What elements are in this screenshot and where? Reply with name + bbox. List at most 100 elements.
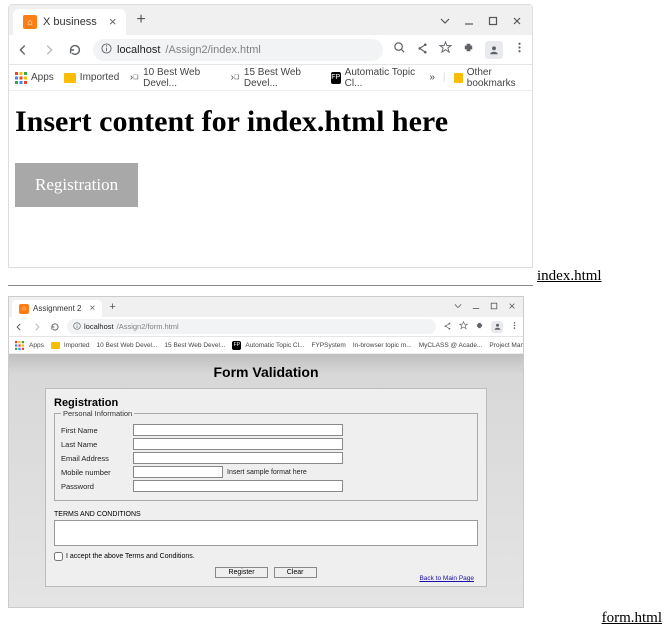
clear-button[interactable]: Clear: [274, 567, 317, 578]
bookmark-label: FYPSystem: [312, 342, 346, 349]
bookmark-item[interactable]: FP Automatic Topic Cl...: [331, 67, 419, 89]
bookmark-label: MyCLASS @ Acade...: [419, 342, 483, 349]
reload-icon[interactable]: [49, 321, 60, 332]
accept-checkbox[interactable]: [54, 552, 63, 561]
url-input[interactable]: localhost/Assign2/form.html: [67, 319, 436, 334]
form-card: Registration Personal Information First …: [45, 388, 487, 587]
bookmark-item[interactable]: In-browser topic m...: [353, 342, 412, 349]
page-heading: Insert content for index.html here: [15, 105, 526, 139]
toolbar-right: [393, 41, 526, 59]
accept-label: I accept the above Terms and Conditions.: [66, 553, 195, 560]
bookmark-item[interactable]: FPAutomatic Topic Cl...: [232, 341, 304, 350]
bookmark-label: Imported: [80, 72, 119, 83]
extensions-icon[interactable]: [462, 41, 475, 59]
apps-grid-icon: [13, 339, 25, 351]
bookmark-item[interactable]: 15 Best Web Devel...: [164, 342, 225, 349]
password-label: Password: [61, 482, 133, 491]
new-tab-button[interactable]: +: [109, 301, 115, 313]
close-icon[interactable]: [508, 302, 516, 312]
apps-button[interactable]: Apps: [15, 72, 54, 84]
extensions-icon[interactable]: [475, 321, 484, 332]
title-bar: ⌂ X business × +: [9, 5, 532, 35]
other-bookmarks[interactable]: Other bookmarks: [454, 67, 527, 89]
terms-textarea[interactable]: [54, 520, 478, 546]
bookmark-imported[interactable]: Imported: [51, 342, 90, 349]
bookmark-item[interactable]: ›❑15 Best Web Devel...: [230, 67, 321, 89]
mobile-input[interactable]: [133, 466, 223, 478]
maximize-icon[interactable]: [488, 15, 498, 25]
email-input[interactable]: [133, 452, 343, 464]
apps-button[interactable]: Apps: [13, 339, 44, 351]
profile-avatar-icon[interactable]: [491, 321, 503, 333]
browser-tab[interactable]: ⌂ X business ×: [13, 9, 126, 35]
page-title: Form Validation: [9, 360, 523, 388]
tab-favicon-icon: ⌂: [23, 15, 37, 29]
page-icon: ›❑: [230, 72, 240, 84]
bookmark-label: 15 Best Web Devel...: [164, 342, 225, 349]
menu-icon[interactable]: [510, 321, 519, 332]
chevron-down-icon[interactable]: [440, 15, 450, 25]
bookmark-label: Automatic Topic Cl...: [345, 67, 420, 89]
folder-icon: [64, 73, 76, 83]
zoom-icon[interactable]: [393, 41, 406, 59]
bookmark-item[interactable]: ›❑10 Best Web Devel...: [129, 67, 220, 89]
menu-icon[interactable]: [513, 41, 526, 59]
bookmarks-overflow-icon[interactable]: »: [429, 72, 435, 83]
window-controls: [454, 302, 520, 312]
back-icon[interactable]: [13, 321, 24, 332]
close-icon[interactable]: [512, 15, 522, 25]
chevron-down-icon[interactable]: [454, 302, 462, 312]
register-button[interactable]: Register: [215, 567, 267, 578]
url-input[interactable]: localhost/Assign2/index.html: [93, 39, 383, 61]
star-icon[interactable]: [439, 41, 452, 59]
bookmarks-bar: Apps Imported 10 Best Web Devel... 15 Be…: [9, 337, 523, 354]
browser-window-index: ⌂ X business × + localhost/Assign2/index…: [8, 4, 533, 268]
last-name-input[interactable]: [133, 438, 343, 450]
close-tab-icon[interactable]: ×: [109, 14, 117, 29]
divider: |: [443, 72, 446, 83]
bookmark-imported[interactable]: Imported: [64, 72, 119, 83]
new-tab-button[interactable]: +: [136, 11, 145, 29]
back-icon[interactable]: [15, 42, 31, 58]
url-host: localhost: [117, 44, 160, 56]
reload-icon[interactable]: [67, 42, 83, 58]
forward-icon[interactable]: [41, 42, 57, 58]
close-tab-icon[interactable]: ×: [89, 303, 95, 314]
forward-icon[interactable]: [31, 321, 42, 332]
profile-avatar-icon[interactable]: [485, 41, 503, 59]
share-icon[interactable]: [416, 41, 429, 59]
minimize-icon[interactable]: [472, 302, 480, 312]
fieldset-legend: Personal Information: [61, 409, 134, 418]
info-icon: [73, 322, 81, 332]
first-name-input[interactable]: [133, 424, 343, 436]
bookmark-label: Project Manageme...: [489, 342, 523, 349]
bookmark-item[interactable]: FYPSystem: [312, 342, 346, 349]
caption-index: index.html: [537, 268, 602, 285]
star-icon[interactable]: [459, 321, 468, 332]
address-bar: localhost/Assign2/index.html: [9, 35, 532, 65]
back-link[interactable]: Back to Main Page: [419, 575, 474, 582]
bookmark-item[interactable]: Project Manageme...: [489, 342, 523, 349]
bookmark-label: Automatic Topic Cl...: [245, 342, 304, 349]
last-name-label: Last Name: [61, 440, 133, 449]
registration-button[interactable]: Registration: [15, 163, 138, 207]
minimize-icon[interactable]: [464, 15, 474, 25]
mobile-label: Mobile number: [61, 468, 133, 477]
fp-icon: FP: [331, 72, 341, 84]
page-content: Insert content for index.html here Regis…: [9, 91, 532, 267]
bookmark-item[interactable]: MyCLASS @ Acade...: [419, 342, 483, 349]
caption-form: form.html: [602, 610, 662, 627]
password-input[interactable]: [133, 480, 343, 492]
folder-icon: [51, 342, 60, 349]
address-bar: localhost/Assign2/form.html: [9, 317, 523, 337]
title-bar: ⌂ Assignment 2 × +: [9, 297, 523, 317]
bookmark-item[interactable]: 10 Best Web Devel...: [96, 342, 157, 349]
url-path: /Assign2/form.html: [117, 322, 179, 331]
share-icon[interactable]: [443, 321, 452, 332]
bookmark-label: Imported: [64, 342, 90, 349]
maximize-icon[interactable]: [490, 302, 498, 312]
url-host: localhost: [84, 322, 114, 331]
browser-tab[interactable]: ⌂ Assignment 2 ×: [12, 300, 102, 317]
browser-window-form: ⌂ Assignment 2 × + localhost/Assign2/for…: [8, 296, 524, 608]
page-icon: ›❑: [129, 72, 139, 84]
